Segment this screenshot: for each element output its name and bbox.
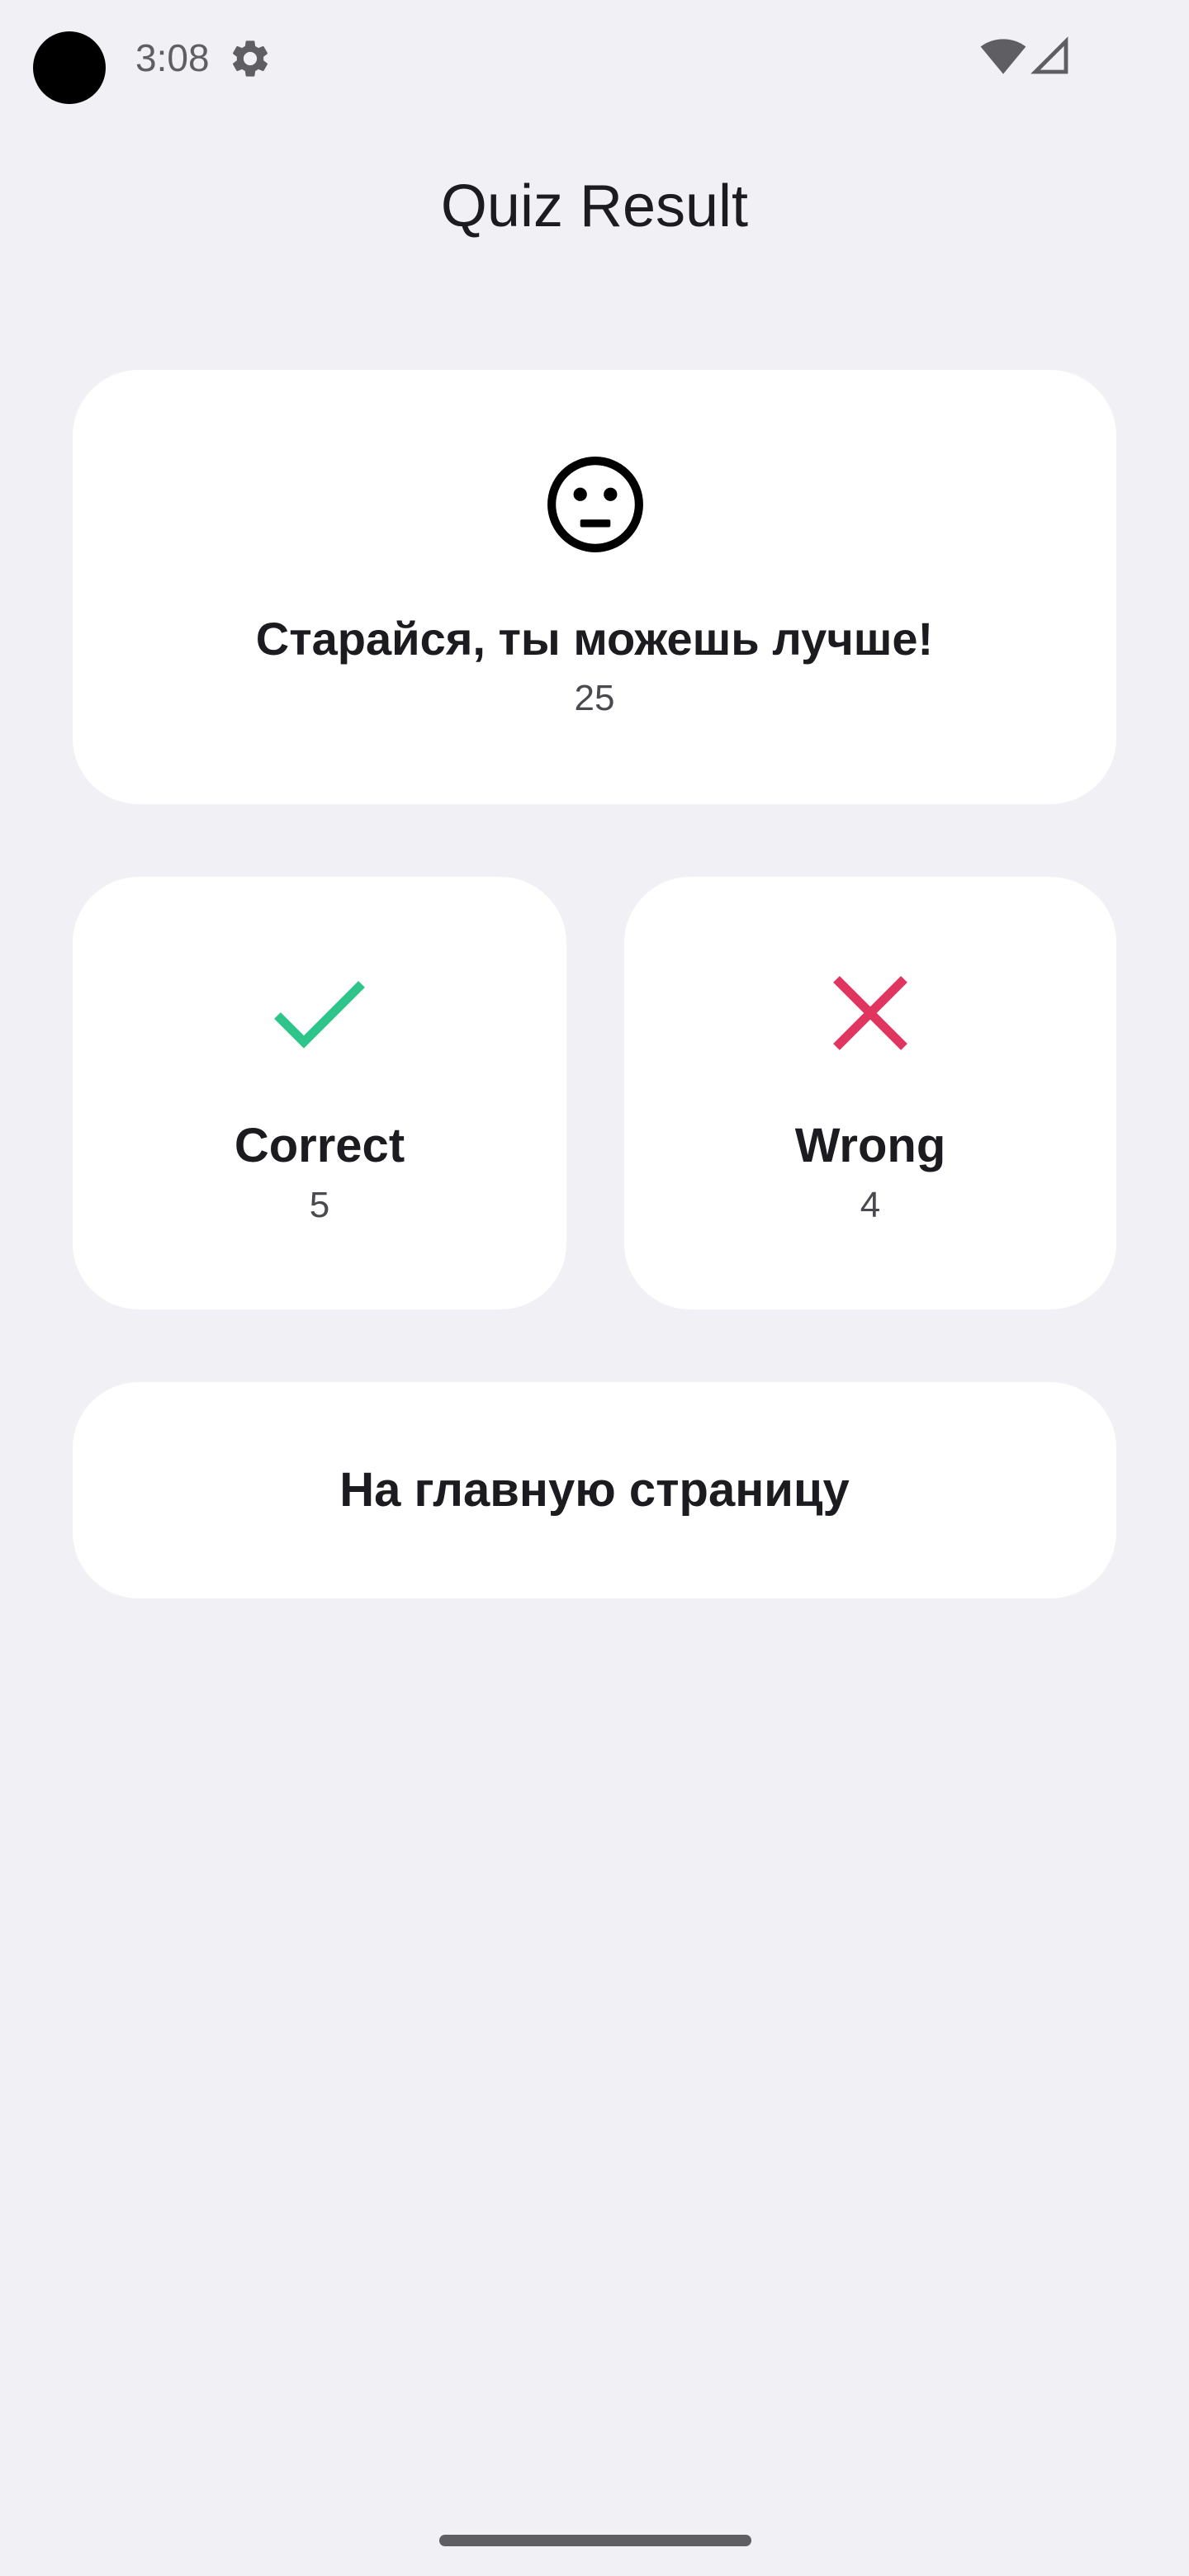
wrong-count: 4 [860, 1185, 881, 1225]
gesture-navigation-bar[interactable] [439, 2535, 751, 2546]
neutral-face-icon [547, 457, 643, 552]
camera-cutout [33, 31, 106, 104]
home-button-label: На главную страницу [339, 1463, 850, 1517]
cross-icon [833, 976, 907, 1050]
result-message: Старайся, ты можешь лучше! [255, 613, 934, 665]
wrong-answers-card: Wrong 4 [624, 877, 1116, 1309]
correct-label: Correct [234, 1119, 405, 1172]
wrong-label: Wrong [794, 1119, 946, 1172]
correct-answers-card: Correct 5 [73, 877, 566, 1309]
result-score: 25 [574, 678, 615, 718]
status-bar: 3:08 [0, 0, 1189, 116]
result-summary-card: Старайся, ты можешь лучше! 25 [73, 370, 1116, 804]
status-time: 3:08 [135, 36, 210, 79]
correct-count: 5 [309, 1185, 330, 1225]
home-page-button[interactable]: На главную страницу [73, 1382, 1116, 1598]
page-title: Quiz Result [440, 173, 749, 239]
cellular-signal-icon [1030, 36, 1068, 74]
settings-icon [232, 40, 268, 77]
checkmark-icon [274, 981, 365, 1049]
wifi-icon [980, 39, 1026, 74]
